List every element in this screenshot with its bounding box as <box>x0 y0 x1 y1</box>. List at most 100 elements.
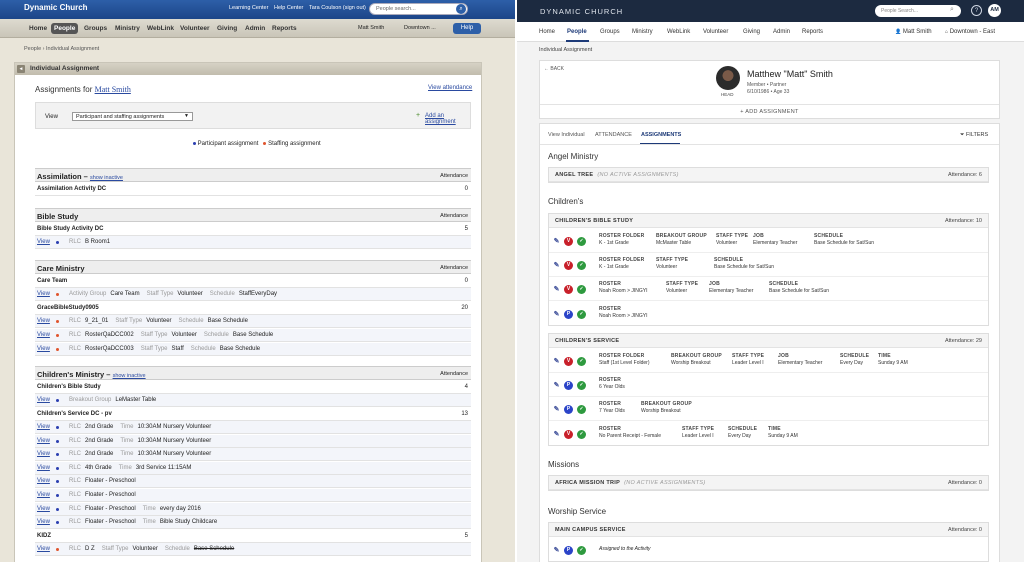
help-icon[interactable]: ? <box>971 5 982 16</box>
help-center-link[interactable]: Help Center <box>274 5 303 11</box>
table-row: View RLC RosterQaDCC002 Staff Type Voluntee… <box>35 329 471 342</box>
nav-groups[interactable]: Groups <box>81 23 110 34</box>
nav-admin[interactable]: Admin <box>242 23 268 34</box>
view-link[interactable]: View <box>37 291 50 297</box>
search-icon[interactable]: ⌕ <box>950 6 954 14</box>
view-link[interactable]: View <box>37 438 50 444</box>
check-icon: ✓ <box>577 546 586 555</box>
view-select[interactable]: Participant and staffing assignments ▼ <box>72 112 193 121</box>
edit-icon[interactable]: ✎ <box>552 546 561 555</box>
view-link[interactable]: View <box>37 465 50 471</box>
campus-selector[interactable]: Downtown ... <box>404 25 436 31</box>
nav-weblink[interactable]: WebLink <box>144 23 177 34</box>
sign-out-link[interactable]: Tara Coulson (sign out) <box>309 5 366 11</box>
add-icon[interactable]: + <box>416 112 420 119</box>
tab-view-individual[interactable]: View Individual <box>548 132 585 138</box>
view-link[interactable]: View <box>37 519 50 525</box>
assignment-row[interactable]: ✎ P ✓ ROSTER 6 Year Olds <box>549 373 988 398</box>
campus-selector[interactable]: ⌂ Downtown - East <box>945 29 995 35</box>
view-link[interactable]: View <box>37 506 50 512</box>
nav-volunteer[interactable]: Volunteer <box>703 29 728 35</box>
add-assignment-link[interactable]: Add an assignment <box>425 113 470 125</box>
table-row: Children's Bible Study 4 <box>35 381 471 394</box>
view-link[interactable]: View <box>37 424 50 430</box>
help-button[interactable]: Help <box>453 23 481 34</box>
show-inactive-link[interactable]: show inactive <box>90 175 123 181</box>
back-button[interactable]: ← BACK <box>544 66 564 72</box>
person-link[interactable]: Matt Smith <box>95 85 131 94</box>
assignment-row[interactable]: ✎ V ✓ ROSTER FOLDER K - 1st Grade STAFF TYPE V… <box>549 253 988 278</box>
nav-groups[interactable]: Groups <box>600 29 620 35</box>
edit-icon[interactable]: ✎ <box>552 285 561 294</box>
table-row: Bible Study Activity DC 5 <box>35 223 471 236</box>
check-icon: ✓ <box>577 309 586 319</box>
nav-people[interactable]: People <box>51 23 79 34</box>
volunteer-icon: V <box>564 429 573 439</box>
edit-icon[interactable]: ✎ <box>552 430 561 439</box>
scrollbar[interactable] <box>508 38 515 562</box>
legacy-header: Dynamic Church Learning Center Help Cent… <box>0 0 515 19</box>
nav-reports[interactable]: Reports <box>802 29 823 35</box>
tab-attendance[interactable]: ATTENDANCE <box>595 132 632 138</box>
assignment-panel: ◂ Individual Assignment Assignments for … <box>14 62 482 562</box>
current-user[interactable]: 👤 Matt Smith <box>895 29 932 35</box>
nav-volunteer[interactable]: Volunteer <box>177 23 213 34</box>
view-filter-box: View Participant and staffing assignment… <box>35 102 471 129</box>
avatar[interactable]: AM <box>988 4 1001 17</box>
people-search-input[interactable]: People search... <box>369 3 468 15</box>
nav-ministry[interactable]: Ministry <box>112 23 143 34</box>
add-assignment-button[interactable]: + ADD ASSIGNMENT <box>540 104 999 119</box>
check-icon: ✓ <box>577 285 586 295</box>
nav-home[interactable]: Home <box>26 23 50 34</box>
nav-weblink[interactable]: WebLink <box>667 29 690 35</box>
edit-icon[interactable]: ✎ <box>552 237 561 246</box>
nav-giving[interactable]: Giving <box>743 29 760 35</box>
show-inactive-link[interactable]: show inactive <box>113 373 146 379</box>
view-link[interactable]: View <box>37 239 50 245</box>
participant-icon: P <box>564 405 573 415</box>
assignment-field: TIME Sunday 9 AM <box>768 425 798 439</box>
breadcrumb: People › Individual Assignment <box>24 46 100 52</box>
edit-icon[interactable]: ✎ <box>552 405 561 414</box>
view-link[interactable]: View <box>37 478 50 484</box>
people-search-input[interactable]: People Search... <box>875 5 961 17</box>
tab-assignments[interactable]: ASSIGNMENTS <box>641 132 681 138</box>
table-row: Care Team 0 <box>35 275 471 288</box>
current-user[interactable]: Matt Smith <box>358 25 384 31</box>
view-link[interactable]: View <box>37 492 50 498</box>
view-link[interactable]: View <box>37 397 50 403</box>
activity-box: ANGEL TREE (NO ACTIVE ASSIGNMENTS) Attend… <box>548 167 989 183</box>
assignment-field: STAFF TYPE Leader Level I <box>682 425 715 439</box>
edit-icon[interactable]: ✎ <box>552 261 561 270</box>
staffing-dot-icon <box>263 141 267 145</box>
table-row: Assimilation Activity DC 0 <box>35 183 471 196</box>
edit-icon[interactable]: ✎ <box>552 381 561 390</box>
nav-admin[interactable]: Admin <box>773 29 790 35</box>
assignment-row[interactable]: ✎ V ✓ ROSTER FOLDER K - 1st Grade BREAKOUT GR… <box>549 229 988 253</box>
collapse-icon[interactable]: ◂ <box>17 65 25 73</box>
assignment-row[interactable]: ✎ V ✓ ROSTER No Parent Receipt - Female STAFF… <box>549 422 988 446</box>
edit-icon[interactable]: ✎ <box>552 310 561 319</box>
assignment-row[interactable]: ✎ P ✓ Assigned to the Activity <box>549 538 988 562</box>
view-link[interactable]: View <box>37 546 50 552</box>
filters-button[interactable]: ⏷ FILTERS <box>960 132 988 139</box>
view-link[interactable]: View <box>37 318 50 324</box>
learning-center-link[interactable]: Learning Center <box>229 5 268 11</box>
view-link[interactable]: View <box>37 332 50 338</box>
search-icon[interactable]: ⌕ <box>456 4 466 14</box>
assignment-row[interactable]: ✎ P ✓ ROSTER Noah Room > JINGYI <box>549 302 988 326</box>
volunteer-icon: V <box>564 261 573 271</box>
assignment-row[interactable]: ✎ P ✓ ROSTER 7 Year Olds BREAKOUT GROUP Worshi… <box>549 397 988 422</box>
nav-reports[interactable]: Reports <box>269 23 300 34</box>
volunteer-icon: V <box>564 285 573 295</box>
nav-people[interactable]: People <box>567 29 587 35</box>
assignment-row[interactable]: ✎ V ✓ ROSTER FOLDER Staff (1st Level Folder)… <box>549 349 988 373</box>
nav-home[interactable]: Home <box>539 29 555 35</box>
view-attendance-link[interactable]: View attendance <box>428 85 472 91</box>
nav-giving[interactable]: Giving <box>214 23 240 34</box>
assignment-row[interactable]: ✎ V ✓ ROSTER Noah Room > JINGYI STAFF TYPE Vol… <box>549 277 988 302</box>
view-link[interactable]: View <box>37 346 50 352</box>
view-link[interactable]: View <box>37 451 50 457</box>
nav-ministry[interactable]: Ministry <box>632 29 653 35</box>
edit-icon[interactable]: ✎ <box>552 357 561 366</box>
